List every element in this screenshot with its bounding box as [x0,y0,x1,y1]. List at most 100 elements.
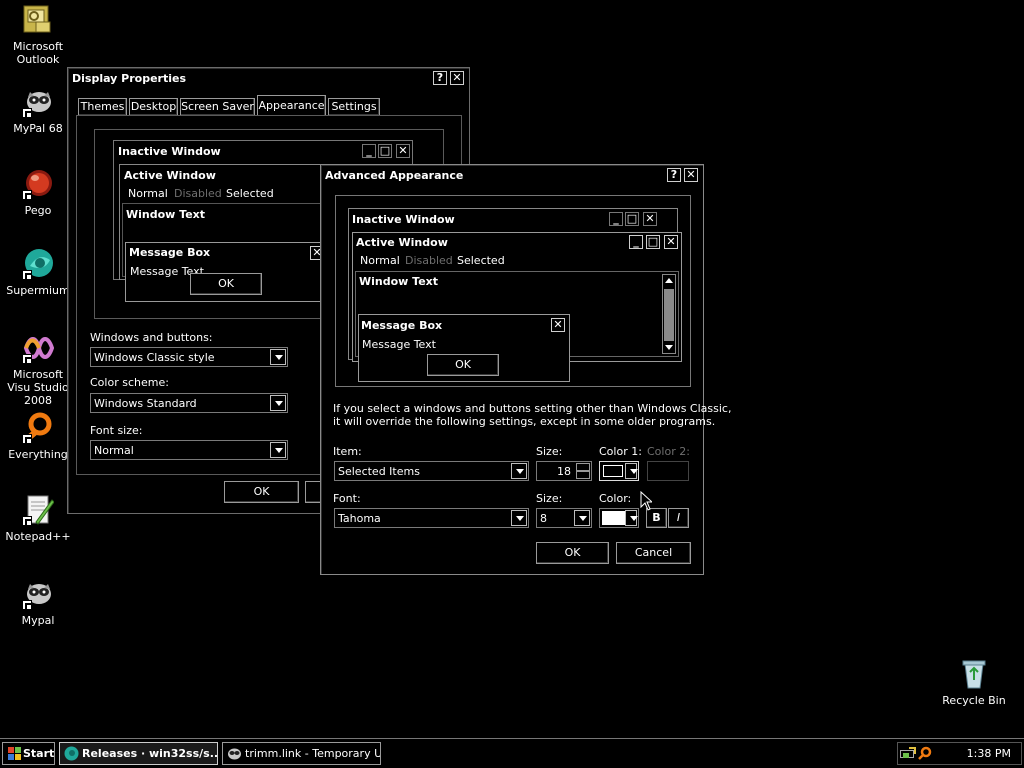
color-scheme-label: Color scheme: [90,376,169,389]
preview-scrollbar [662,274,676,354]
chevron-down-icon[interactable] [270,442,286,458]
chevron-down-icon[interactable] [574,510,590,526]
color1-label: Color 1: [599,445,642,458]
font-size-select[interactable]: Normal [90,440,288,460]
tab-screen-saver[interactable]: Screen Saver [180,98,255,116]
network-icon[interactable] [902,746,916,763]
font-size-label: Font size: [90,424,143,437]
desktop-icon-mypal68[interactable]: MyPal 68 [0,86,76,135]
spin-up-icon[interactable] [576,463,590,471]
search-ring-icon[interactable] [918,746,932,763]
preview-menu-selected: Selected [457,254,505,267]
shortcut-arrow-icon [22,270,32,280]
raccoon-icon [227,746,242,761]
maximize-icon: □ [378,144,392,158]
desktop-icon-outlook[interactable]: Microsoft Outlook [0,4,76,66]
taskbar-task-trimm[interactable]: trimm.link - Temporary U... [222,742,381,765]
preview-inactive-title: Inactive Window [352,213,455,226]
desktop-icon-label: Pego [24,204,52,217]
clock[interactable]: 1:38 PM [967,747,1011,760]
chevron-down-icon[interactable] [270,395,286,411]
color-scheme-value: Windows Standard [94,397,197,410]
desktop-icon-label: Notepad++ [5,530,71,543]
title-bar[interactable]: Advanced Appearance ? ✕ [323,167,701,185]
close-button[interactable]: ✕ [684,168,698,182]
cancel-button[interactable]: Cancel [616,542,691,564]
bold-button[interactable]: B [646,508,667,528]
help-button[interactable]: ? [667,168,681,182]
close-icon: ✕ [643,212,657,226]
preview-message-box: Message Box ✕ Message Text OK [358,314,570,382]
maximize-icon: □ [646,235,660,249]
preview-ok-button: OK [190,273,262,295]
desktop-icon-notepad-plus[interactable]: Notepad++ [0,494,76,543]
font-size-label: Size: [536,492,563,505]
font-color-label: Color: [599,492,632,505]
tab-desktop[interactable]: Desktop [129,98,178,116]
item-label: Item: [333,445,362,458]
dialog-title: Advanced Appearance [325,169,464,182]
override-note-line1: If you select a windows and buttons sett… [333,402,732,415]
color-scheme-select[interactable]: Windows Standard [90,393,288,413]
italic-button[interactable]: I [668,508,689,528]
shortcut-arrow-icon [22,434,32,444]
color2-picker[interactable] [647,461,689,481]
chevron-down-icon[interactable] [511,510,527,526]
ok-button[interactable]: OK [536,542,609,564]
start-button[interactable]: Start [2,742,55,765]
font-size-select[interactable]: 8 [536,508,592,528]
font-label: Font: [333,492,361,505]
tab-appearance[interactable]: Appearance [257,95,326,116]
start-label: Start [23,747,55,760]
windows-buttons-select[interactable]: Windows Classic style [90,347,288,367]
color2-swatch [651,465,673,477]
item-size-value[interactable]: 18 [557,465,571,478]
chevron-down-icon[interactable] [625,510,638,526]
preview-msgbox-title: Message Box [129,246,211,259]
item-size-spinner[interactable]: 18 [536,461,592,481]
color1-picker[interactable] [599,461,639,481]
spin-down-icon[interactable] [576,471,590,479]
desktop-icon-pego[interactable]: Pego [0,168,76,217]
font-color-picker[interactable] [599,508,639,528]
scroll-up-icon [665,278,673,283]
override-note-line2: it will override the following settings,… [333,415,716,428]
taskbar-task-releases[interactable]: Releases · win32ss/s... [59,742,218,765]
desktop-icon-everything[interactable]: Everything [0,412,76,461]
visual-studio-icon [22,332,55,364]
color2-label: Color 2: [647,445,690,458]
shortcut-arrow-icon [22,354,32,364]
chevron-down-icon[interactable] [270,349,286,365]
ok-button[interactable]: OK [224,481,299,503]
font-color-swatch [602,511,626,525]
preview-window-text: Window Text [359,275,439,288]
system-tray: 1:38 PM [897,742,1022,765]
desktop-icon-label: Microsoft Outlook [12,40,64,66]
outlook-icon [22,4,54,36]
tab-settings[interactable]: Settings [328,98,380,116]
close-icon: ✕ [396,144,410,158]
desktop-icon-label: Mypal [21,614,55,627]
font-select[interactable]: Tahoma [334,508,529,528]
close-button[interactable]: ✕ [450,71,464,85]
tab-themes[interactable]: Themes [78,98,127,116]
title-bar[interactable]: Display Properties ? ✕ [70,70,467,88]
chevron-down-icon[interactable] [625,463,638,479]
desktop-icon-mypal[interactable]: Mypal [0,578,76,627]
item-value: Selected Items [338,465,420,478]
shortcut-arrow-icon [22,516,32,526]
desktop-icon-supermium[interactable]: Supermium [0,248,76,297]
preview-msgbox-text: Message Text [362,338,436,351]
preview-inactive-title: Inactive Window [118,145,221,158]
minimize-icon: _ [629,235,643,249]
maximize-icon: □ [625,212,639,226]
desktop-icon-recycle-bin[interactable]: Recycle Bin [936,658,1012,707]
scroll-thumb [664,289,674,341]
chevron-down-icon[interactable] [511,463,527,479]
supermium-icon [64,746,79,761]
preview-message-box: Message Box ✕ Message Text OK [125,242,325,302]
help-button[interactable]: ? [433,71,447,85]
desktop-icon-visual-studio[interactable]: Microsoft Visu Studio 2008 [0,332,76,407]
task-label: Releases · win32ss/s... [82,747,218,760]
item-select[interactable]: Selected Items [334,461,529,481]
